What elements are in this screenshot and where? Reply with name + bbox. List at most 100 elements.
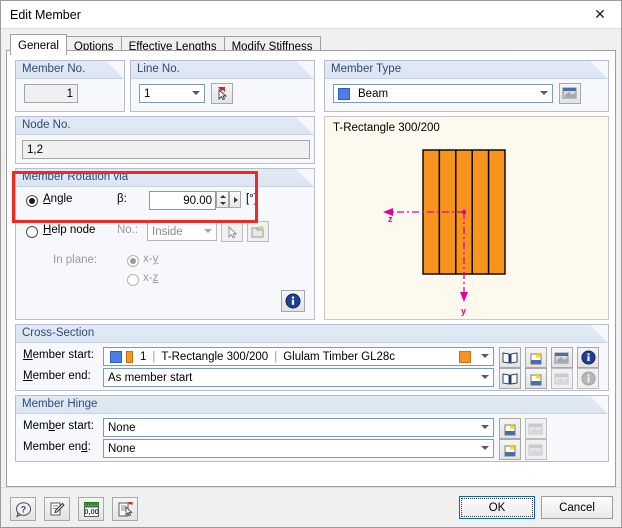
cs-start-swatch-b <box>126 350 133 363</box>
close-icon[interactable]: ✕ <box>579 1 621 28</box>
radio-angle-label[interactable]: Angle <box>43 193 72 205</box>
group-node-no-title: Node No. <box>22 119 71 131</box>
select-glyph <box>118 501 133 516</box>
cs-start-edit-icon[interactable] <box>551 347 573 368</box>
edit-hinge-glyph <box>528 423 543 434</box>
svg-text:0,00: 0,00 <box>84 507 99 516</box>
radio-angle[interactable] <box>26 195 38 207</box>
group-cross-section: Cross-Section Member start: 1 | T-Rectan… <box>15 324 609 391</box>
preview-caption: T-Rectangle 300/200 <box>333 122 440 134</box>
ok-focus-ring <box>461 498 533 517</box>
axis-z-label: z <box>388 214 393 224</box>
cs-member-start-label-rest: ember start: <box>32 349 94 361</box>
tab-general[interactable]: General <box>10 34 67 55</box>
cs-start-material: Glulam Timber GL28c <box>283 350 396 363</box>
title-bar: Edit Member ✕ <box>1 1 621 29</box>
chevron-down-icon <box>481 445 489 451</box>
cs-member-end-combo[interactable]: As member start <box>103 368 494 387</box>
radio-plane-xy[interactable] <box>127 255 139 267</box>
units-icon[interactable]: 0,00 <box>78 497 104 521</box>
help-icon[interactable]: ? <box>10 497 36 521</box>
cs-end-new-icon[interactable] <box>525 368 547 389</box>
pick-node-icon[interactable] <box>221 221 243 242</box>
edit-hinge-glyph <box>528 444 543 455</box>
cs-start-new-icon[interactable] <box>525 347 547 368</box>
select-icon[interactable] <box>112 497 138 521</box>
edit-section-glyph <box>554 373 569 384</box>
cs-start-swatch-a <box>110 350 122 363</box>
mh-end-value: None <box>108 442 136 455</box>
window-title: Edit Member <box>10 8 81 22</box>
group-member-hinge: Member Hinge Member start: None Member e… <box>15 395 609 462</box>
radio-plane-xz[interactable] <box>127 274 139 286</box>
group-member-no: Member No. 1 <box>15 60 125 112</box>
beta-more-button[interactable] <box>229 191 241 208</box>
mh-member-start-label: Member start: <box>23 420 94 432</box>
cs-end-library-icon[interactable] <box>499 368 521 389</box>
axis-origin <box>461 209 467 215</box>
member-no-value[interactable]: 1 <box>24 84 78 103</box>
cs-start-info-icon[interactable] <box>577 347 599 368</box>
node-no-value[interactable]: 1,2 <box>22 140 310 159</box>
comment-icon[interactable] <box>44 497 70 521</box>
mh-end-edit-icon <box>525 439 547 460</box>
edit-section-glyph <box>554 352 569 363</box>
edit-member-dialog: Edit Member ✕ General Options Effective … <box>0 0 622 528</box>
chevron-down-icon <box>481 424 489 430</box>
cs-member-end-label: Member end: <box>23 370 91 382</box>
group-cross-section-header <box>16 325 608 343</box>
beta-input[interactable]: 90.00 <box>149 191 216 210</box>
radio-plane-xz-label[interactable]: x-z <box>143 272 158 284</box>
in-plane-label: In plane: <box>53 254 98 266</box>
pick-line-glyph <box>218 87 228 101</box>
cs-start-no: 1 <box>140 350 147 363</box>
rotation-info-icon[interactable] <box>281 290 305 312</box>
group-member-no-title: Member No. <box>22 63 86 75</box>
cs-start-library-icon[interactable] <box>499 347 521 368</box>
help-glyph: ? <box>15 501 31 517</box>
beta-label: β: <box>117 193 127 205</box>
beta-spinner[interactable] <box>216 191 229 208</box>
cs-sep-1: | <box>152 350 156 363</box>
radio-help-node[interactable] <box>26 226 38 238</box>
radio-help-node-label[interactable]: Help node <box>43 224 95 236</box>
tab-general-label: General <box>18 40 59 52</box>
info-glyph <box>285 293 301 309</box>
svg-text:?: ? <box>20 504 26 514</box>
chevron-down-icon <box>481 374 489 380</box>
axis-y-label: y <box>461 306 466 316</box>
member-type-combo[interactable]: Beam <box>333 84 553 103</box>
mh-start-new-icon[interactable] <box>499 418 521 439</box>
radio-angle-label-rest: ngle <box>50 193 73 205</box>
help-node-combo[interactable]: Inside <box>147 222 217 241</box>
member-type-value: Beam <box>358 87 389 100</box>
cs-member-start-combo[interactable]: 1 | T-Rectangle 300/200 | Glulam Timber … <box>103 347 494 366</box>
cs-member-end-label-rest: ember end: <box>32 370 91 382</box>
cs-start-swatch-end <box>459 351 471 363</box>
group-line-no: Line No. 1 <box>130 60 315 112</box>
chevron-down-icon <box>204 228 212 234</box>
ok-button[interactable]: OK <box>459 496 535 519</box>
mh-start-edit-icon <box>525 418 547 439</box>
beta-spinner-down[interactable] <box>217 200 228 208</box>
mh-start-value: None <box>108 421 136 434</box>
new-node-icon[interactable] <box>247 221 269 242</box>
line-no-combo[interactable]: 1 <box>139 84 205 103</box>
cancel-button[interactable]: Cancel <box>541 496 613 519</box>
mh-member-start-combo[interactable]: None <box>103 418 494 437</box>
member-type-color-swatch <box>338 88 350 100</box>
beta-spinner-up[interactable] <box>217 192 228 200</box>
comment-glyph <box>50 502 65 516</box>
cs-sep-2: | <box>274 350 278 363</box>
cross-section-preview: T-Rectangle 300/200 z y <box>324 116 609 320</box>
mh-member-end-label: Member end: <box>23 441 91 453</box>
edit-properties-icon[interactable] <box>559 83 581 104</box>
radio-plane-xy-label[interactable]: x-y <box>143 253 158 265</box>
preview-graphic: z y <box>383 149 506 316</box>
mh-member-end-combo[interactable]: None <box>103 439 494 458</box>
beta-unit: [°] <box>246 193 257 205</box>
cs-member-start-label: Member start: <box>23 349 94 361</box>
mh-end-new-icon[interactable] <box>499 439 521 460</box>
pick-line-icon[interactable] <box>211 83 233 104</box>
radio-help-node-label-rest: elp node <box>51 224 96 236</box>
